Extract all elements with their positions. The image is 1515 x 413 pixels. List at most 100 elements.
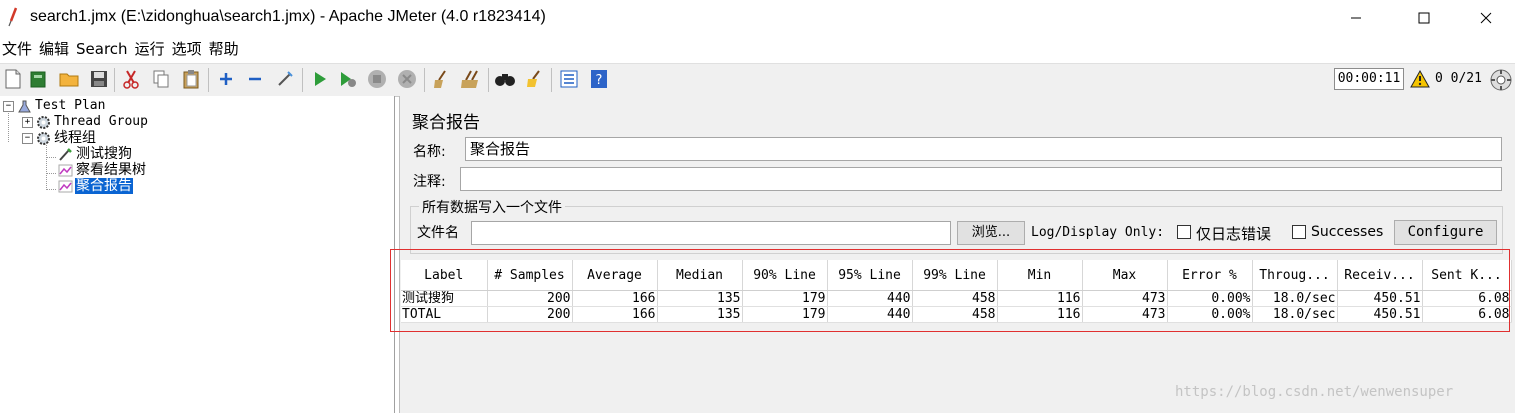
toggle-button[interactable] [274, 68, 296, 90]
jmeter-feather-icon [8, 7, 18, 27]
broom-reset-icon [527, 70, 540, 87]
column-header-min[interactable]: Min [997, 260, 1083, 291]
tree-item-test-plan[interactable]: − Test Plan [3, 98, 106, 114]
menu-search[interactable]: Search [74, 38, 133, 62]
svg-text:?: ? [596, 73, 603, 88]
menu-options[interactable]: 选项 [170, 38, 207, 62]
column-header-99-line[interactable]: 99% Line [912, 260, 998, 291]
group-title: 所有数据写入一个文件 [419, 197, 565, 217]
help-question-icon: ? [591, 70, 607, 88]
column-header-error[interactable]: Error % [1167, 260, 1253, 291]
filename-input[interactable] [471, 221, 951, 245]
reset-search-button[interactable] [523, 68, 545, 90]
search-button[interactable] [494, 68, 516, 90]
warning-icon[interactable] [1410, 70, 1430, 88]
column-header-median[interactable]: Median [657, 260, 743, 291]
table-cell: 0.00% [1167, 290, 1253, 307]
tree-item-label: 测试搜狗 [76, 146, 132, 162]
clear-all-button[interactable] [460, 68, 482, 90]
results-table: Label # Samples Average Median 90% Line … [401, 260, 1512, 323]
column-header-90-line[interactable]: 90% Line [742, 260, 828, 291]
browse-button[interactable]: 浏览... [957, 221, 1025, 245]
column-header-max[interactable]: Max [1082, 260, 1168, 291]
table-cell: 18.0/sec [1252, 306, 1338, 323]
column-header-throughput[interactable]: Throug... [1252, 260, 1338, 291]
paste-clipboard-icon [183, 70, 199, 89]
column-header-received[interactable]: Receiv... [1337, 260, 1423, 291]
tree-item-result-tree[interactable]: 察看结果树 [58, 162, 147, 178]
copy-button[interactable] [150, 68, 172, 90]
aggregate-report-panel: 聚合报告 名称: 聚合报告 注释: 所有数据写入一个文件 文件名 浏览... L… [399, 96, 1515, 413]
tree-item-thread-group[interactable]: + Thread Group [22, 114, 149, 130]
tree-item-sampler[interactable]: 测试搜狗 [58, 146, 133, 162]
column-header-label[interactable]: Label [401, 260, 488, 291]
shutdown-icon [398, 70, 416, 88]
listener-chart-icon [58, 180, 73, 192]
table-row[interactable]: 测试搜狗 200 166 135 179 440 458 116 473 0.0… [401, 290, 1512, 307]
paste-button[interactable] [180, 68, 202, 90]
column-header-average[interactable]: Average [572, 260, 658, 291]
listener-chart-icon [58, 164, 73, 176]
shutdown-button[interactable] [396, 68, 418, 90]
open-button[interactable] [58, 68, 80, 90]
stop-icon [368, 70, 386, 88]
table-cell: 440 [827, 306, 913, 323]
copy-icon [153, 70, 169, 88]
expand-toggle[interactable]: + [22, 116, 33, 128]
menu-run[interactable]: 运行 [133, 38, 170, 62]
collapse-toggle[interactable]: − [3, 100, 14, 112]
clear-button[interactable] [430, 68, 452, 90]
name-label: 名称: [413, 144, 446, 160]
tree-item-label: 聚合报告 [75, 178, 133, 194]
table-cell: 200 [487, 306, 573, 323]
table-cell: 166 [572, 306, 658, 323]
close-button[interactable] [1463, 0, 1509, 36]
templates-book-icon [30, 71, 46, 88]
menu-file[interactable]: 文件 [0, 38, 37, 62]
table-cell: 116 [997, 290, 1083, 307]
new-button[interactable] [2, 68, 24, 90]
column-header-95-line[interactable]: 95% Line [827, 260, 913, 291]
sampler-pen-icon [59, 147, 72, 161]
comment-label: 注释: [413, 174, 446, 190]
tree-item-aggregate-report[interactable]: 聚合报告 [58, 178, 133, 194]
minimize-button[interactable] [1333, 0, 1379, 36]
column-header-samples[interactable]: # Samples [487, 260, 573, 291]
templates-button[interactable] [28, 68, 50, 90]
filename-label: 文件名 [417, 225, 459, 241]
table-cell: 18.0/sec [1252, 290, 1338, 307]
close-icon [1480, 12, 1492, 24]
save-button[interactable] [88, 68, 110, 90]
errors-only-checkbox[interactable] [1177, 225, 1191, 239]
collapse-toggle[interactable]: − [22, 132, 33, 144]
start-no-pause-button[interactable] [337, 68, 359, 90]
cut-button[interactable] [120, 68, 142, 90]
menu-bar: 文件 编辑 Search 运行 选项 帮助 [0, 38, 1515, 62]
function-helper-button[interactable] [558, 68, 580, 90]
maximize-button[interactable] [1401, 0, 1447, 36]
table-cell: 0.00% [1167, 306, 1253, 323]
table-cell: 179 [742, 306, 828, 323]
help-button[interactable]: ? [588, 68, 610, 90]
start-button[interactable] [309, 68, 331, 90]
collapse-button[interactable] [244, 68, 266, 90]
table-cell: 450.51 [1337, 306, 1423, 323]
table-cell: 473 [1082, 306, 1168, 323]
successes-checkbox[interactable] [1292, 225, 1306, 239]
name-input[interactable]: 聚合报告 [465, 137, 1502, 161]
gear-icon [37, 115, 50, 129]
tree-item-label: 线程组 [54, 130, 96, 146]
tree-item-thread-group-cn[interactable]: − 线程组 [22, 130, 97, 146]
stop-button[interactable] [366, 68, 388, 90]
configure-button[interactable]: Configure [1394, 220, 1497, 245]
column-header-sent[interactable]: Sent K... [1422, 260, 1512, 291]
successes-label: Successes [1311, 224, 1384, 240]
menu-help[interactable]: 帮助 [207, 38, 244, 62]
elapsed-timer: 00:00:11 [1334, 68, 1404, 90]
expand-button[interactable] [215, 68, 237, 90]
title-bar: search1.jmx (E:\zidonghua\search1.jmx) -… [0, 0, 1515, 36]
comment-input[interactable] [460, 167, 1502, 191]
table-row[interactable]: TOTAL 200 166 135 179 440 458 116 473 0.… [401, 306, 1512, 323]
table-cell: 6.08 [1422, 290, 1512, 307]
menu-edit[interactable]: 编辑 [37, 38, 74, 62]
